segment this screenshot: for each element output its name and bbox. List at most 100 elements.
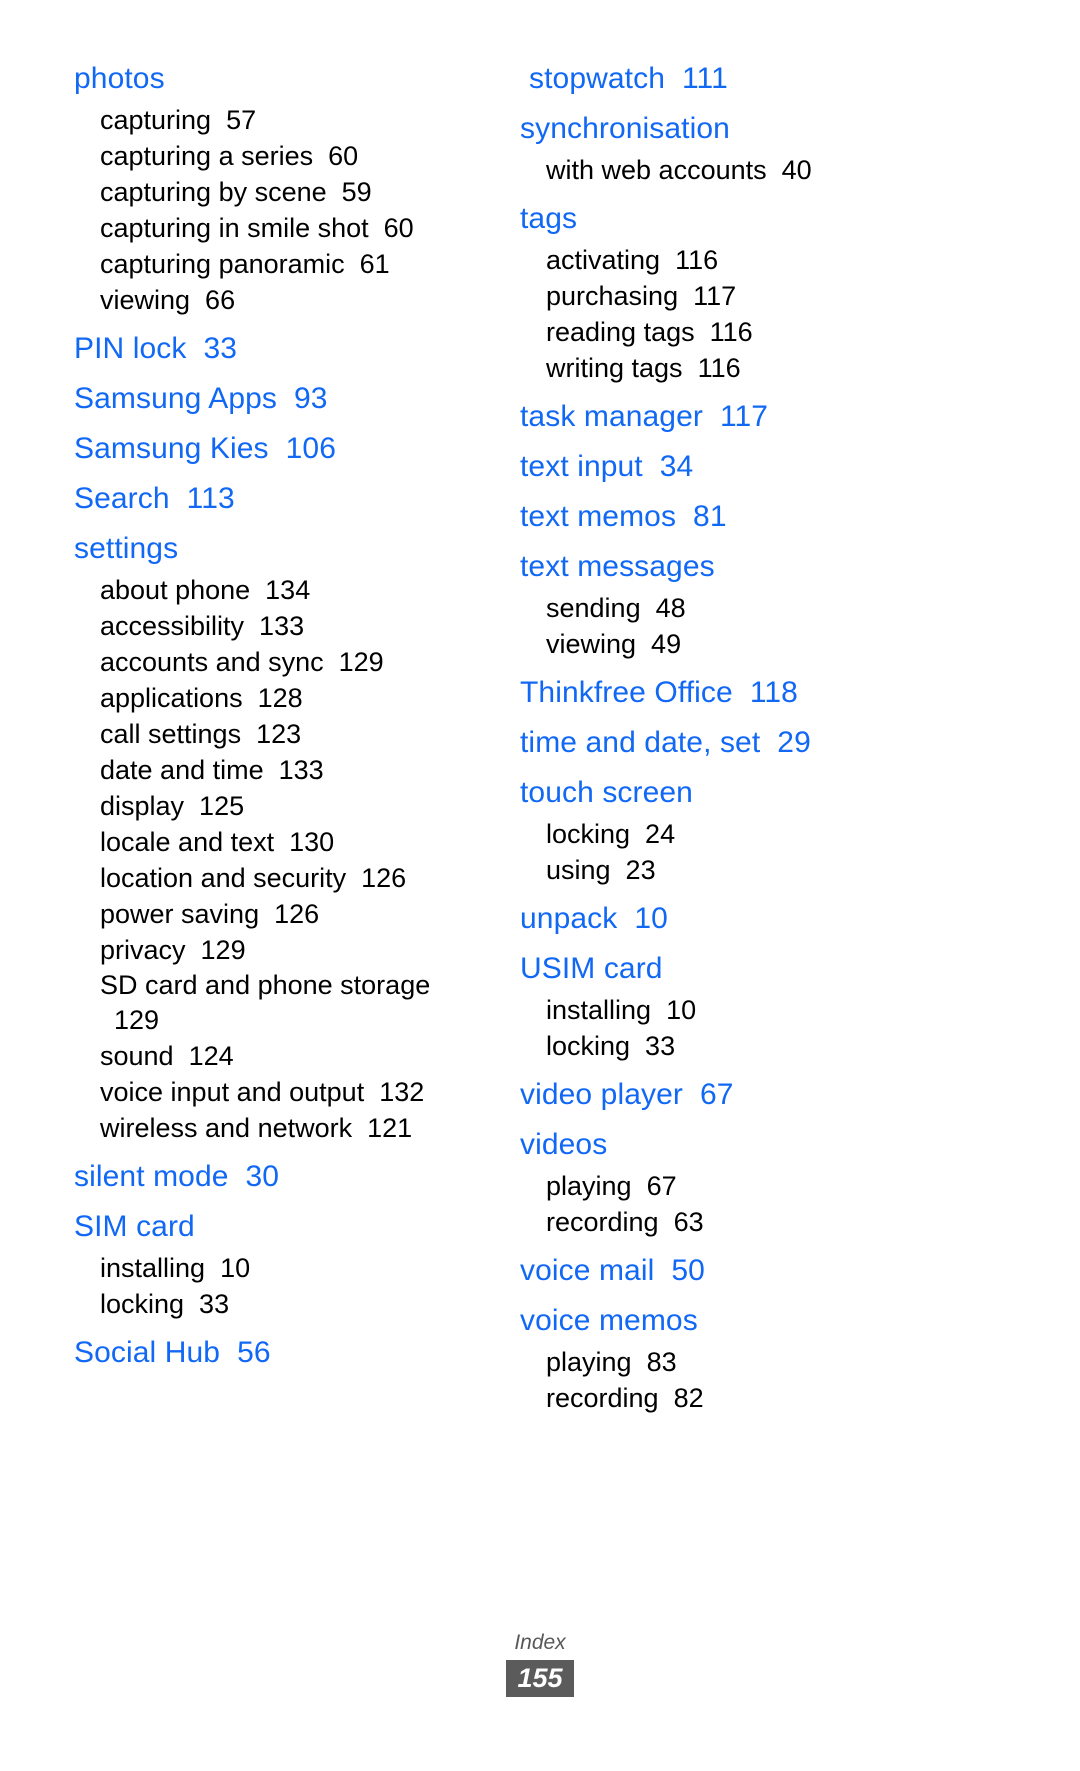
index-subentry[interactable]: installing 10 [520, 992, 1060, 1028]
index-entry-heading[interactable]: USIM card [520, 946, 1060, 992]
index-subentry[interactable]: recording 63 [520, 1204, 1060, 1240]
index-subentry[interactable]: voice input and output 132 [74, 1074, 500, 1110]
index-entry-heading[interactable]: touch screen [520, 770, 1060, 816]
index-entry-heading[interactable]: tags [520, 196, 1060, 242]
index-entry-label: touch screen [520, 776, 693, 809]
index-subentry[interactable]: wireless and network 121 [74, 1110, 500, 1146]
index-subentry[interactable]: power saving 126 [74, 896, 500, 932]
index-entry-page-number: 117 [719, 400, 769, 433]
index-entry-label: stopwatch [529, 62, 665, 95]
index-subentry-label: locale and text [100, 827, 275, 857]
index-subentry[interactable]: date and time 133 [74, 752, 500, 788]
index-subentry[interactable]: locking 33 [74, 1286, 500, 1322]
index-subentry[interactable]: accessibility 133 [74, 608, 500, 644]
index-entry-heading[interactable]: SIM card [74, 1204, 500, 1250]
index-subentry[interactable]: installing 10 [74, 1250, 500, 1286]
index-entry-heading[interactable]: text messages [520, 544, 1060, 590]
index-subentry[interactable]: capturing by scene 59 [74, 174, 500, 210]
index-subentry-page-number: 40 [781, 155, 812, 185]
index-subentry-page-number: 133 [278, 755, 324, 785]
index-entry-heading[interactable]: task manager 117 [520, 394, 1060, 440]
index-entry-heading[interactable]: photos [74, 56, 500, 102]
index-subentry-label: locking [100, 1289, 185, 1319]
index-subentry[interactable]: sending 48 [520, 590, 1060, 626]
index-entry-page-number: 111 [681, 62, 728, 95]
index-subentry[interactable]: reading tags 116 [520, 314, 1060, 350]
index-subentry-label: sound [100, 1041, 174, 1071]
index-entry-heading[interactable]: stopwatch 111 [520, 56, 1060, 102]
index-entry-heading[interactable]: time and date, set 29 [520, 720, 1060, 766]
index-entry-heading[interactable]: synchronisation [520, 106, 1060, 152]
index-entry-page-number: 67 [699, 1078, 734, 1111]
index-subentry-label: accounts and sync [100, 647, 324, 677]
index-entry-heading[interactable]: voice mail 50 [520, 1248, 1060, 1294]
index-group: text memos 81 [520, 494, 1060, 540]
index-group: PIN lock 33 [74, 326, 500, 372]
index-subentry[interactable]: writing tags 116 [520, 350, 1060, 386]
index-subentry[interactable]: display 125 [74, 788, 500, 824]
index-entry-heading[interactable]: video player 67 [520, 1072, 1060, 1118]
index-subentry-page-number: 10 [220, 1253, 251, 1283]
index-subentry[interactable]: capturing panoramic 61 [74, 246, 500, 282]
index-entry-page-number: 56 [237, 1336, 271, 1369]
index-subentry[interactable]: call settings 123 [74, 716, 500, 752]
index-group: unpack 10 [520, 896, 1060, 942]
index-entry-heading[interactable]: silent mode 30 [74, 1154, 500, 1200]
index-entry-label: text input [520, 450, 643, 483]
index-entry-heading[interactable]: videos [520, 1122, 1060, 1168]
index-subentry[interactable]: recording 82 [520, 1380, 1060, 1416]
index-subentry-page-number: 129 [338, 647, 384, 677]
index-subentry[interactable]: playing 67 [520, 1168, 1060, 1204]
index-subentry[interactable]: accounts and sync 129 [74, 644, 500, 680]
index-subentry[interactable]: capturing a series 60 [74, 138, 500, 174]
index-subentry[interactable]: viewing 66 [74, 282, 500, 318]
index-entry-heading[interactable]: PIN lock 33 [74, 326, 500, 372]
index-entry-label: synchronisation [520, 112, 730, 145]
index-subentry[interactable]: locking 24 [520, 816, 1060, 852]
index-subentry[interactable]: purchasing 117 [520, 278, 1060, 314]
index-subentry[interactable]: activating 116 [520, 242, 1060, 278]
index-entry-heading[interactable]: text input 34 [520, 444, 1060, 490]
index-entry-heading[interactable]: Samsung Kies 106 [74, 426, 500, 472]
index-subentry[interactable]: privacy 129 [74, 932, 500, 968]
index-subentry-page-number: 129 [200, 935, 246, 965]
index-entry-heading[interactable]: unpack 10 [520, 896, 1060, 942]
index-subentry-page-number: 129 [114, 1005, 160, 1035]
index-subentry[interactable]: capturing 57 [74, 102, 500, 138]
index-subentry[interactable]: applications 128 [74, 680, 500, 716]
index-subentry[interactable]: with web accounts 40 [520, 152, 1060, 188]
index-entry-heading[interactable]: Search 113 [74, 476, 500, 522]
index-subentry-page-number: 61 [359, 249, 390, 279]
index-subentry-page-number: 63 [673, 1207, 704, 1237]
index-subentry[interactable]: SD card and phone storage 129 [74, 968, 500, 1038]
index-entry-label: text messages [520, 550, 715, 583]
index-entry-heading[interactable]: voice memos [520, 1298, 1060, 1344]
index-subentry[interactable]: playing 83 [520, 1344, 1060, 1380]
index-entry-page-number: 118 [749, 676, 798, 709]
index-subentry[interactable]: sound 124 [74, 1038, 500, 1074]
index-subentry-label: applications [100, 683, 243, 713]
index-subentry[interactable]: locale and text 130 [74, 824, 500, 860]
index-subentry-label: accessibility [100, 611, 245, 641]
index-group: USIM card installing 10 locking 33 [520, 946, 1060, 1064]
index-entry-heading[interactable]: text memos 81 [520, 494, 1060, 540]
index-group: photos capturing 57 capturing a series 60 cap… [74, 56, 500, 318]
index-subentry[interactable]: locking 33 [520, 1028, 1060, 1064]
index-entry-heading[interactable]: Social Hub 56 [74, 1330, 500, 1376]
index-subentry[interactable]: using 23 [520, 852, 1060, 888]
index-subentry-page-number: 133 [259, 611, 305, 641]
index-subentry-page-number: 66 [205, 285, 236, 315]
index-subentry[interactable]: about phone 134 [74, 572, 500, 608]
index-subentry[interactable]: capturing in smile shot 60 [74, 210, 500, 246]
index-subentry-label: voice input and output [100, 1077, 365, 1107]
index-entry-heading[interactable]: Samsung Apps 93 [74, 376, 500, 422]
index-subentry[interactable]: viewing 49 [520, 626, 1060, 662]
index-entry-page-number: 50 [671, 1254, 705, 1287]
index-entry-page-number: 113 [186, 482, 235, 515]
index-subentry-page-number: 60 [383, 213, 414, 243]
index-subentry[interactable]: location and security 126 [74, 860, 500, 896]
index-entry-heading[interactable]: Thinkfree Office 118 [520, 670, 1060, 716]
index-entry-heading[interactable]: settings [74, 526, 500, 572]
index-subentry-label: capturing [100, 105, 212, 135]
index-subentry-page-number: 126 [274, 899, 320, 929]
